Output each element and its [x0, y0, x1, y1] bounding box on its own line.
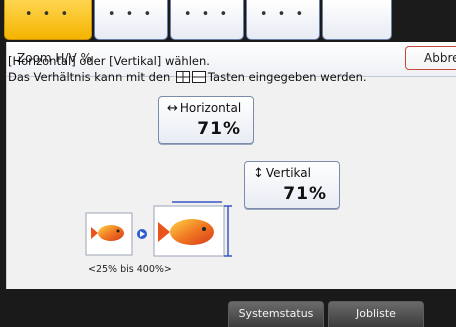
- vertical-value: 71%: [283, 184, 327, 204]
- zoom-preview: [85, 201, 232, 257]
- job-list-button[interactable]: Jobliste: [328, 301, 424, 327]
- scaled-image-icon: [153, 201, 232, 257]
- top-tab-2[interactable]: • • •: [94, 0, 168, 40]
- bottom-bar: Systemstatus Jobliste: [0, 289, 456, 327]
- horizontal-button[interactable]: ↔ Horizontal 71%: [158, 96, 254, 144]
- top-tab-5[interactable]: [322, 0, 392, 40]
- instruction-line-2-prefix: Das Verhältnis kann mit den: [8, 70, 174, 84]
- top-tab-4[interactable]: • • •: [246, 0, 320, 40]
- instruction-line-2: Das Verhältnis kann mit den Tasten einge…: [8, 70, 367, 86]
- number-keys-icon: [175, 71, 206, 86]
- vertical-label: Vertikal: [265, 166, 311, 180]
- vertical-arrow-icon: ↕: [253, 166, 264, 181]
- horizontal-label: Horizontal: [179, 101, 242, 115]
- horizontal-arrow-icon: ↔: [167, 101, 178, 116]
- horizontal-value: 71%: [197, 119, 241, 139]
- vertical-button[interactable]: ↕ Vertikal 71%: [244, 161, 340, 209]
- instruction-line-1: [Horizontal] oder [Vertikal] wählen.: [8, 54, 210, 68]
- top-tab-3[interactable]: • • •: [170, 0, 244, 40]
- top-tab-1[interactable]: • • •: [4, 0, 92, 40]
- cancel-button[interactable]: Abbre: [405, 46, 456, 70]
- system-status-button[interactable]: Systemstatus: [228, 301, 324, 327]
- arrow-right-icon: [137, 229, 147, 239]
- original-image-icon: [85, 212, 133, 256]
- instruction-line-2-suffix: Tasten eingegeben werden.: [207, 70, 367, 84]
- top-tab-strip: • • • • • • • • • • • •: [0, 0, 456, 42]
- range-text: <25% bis 400%>: [88, 264, 172, 275]
